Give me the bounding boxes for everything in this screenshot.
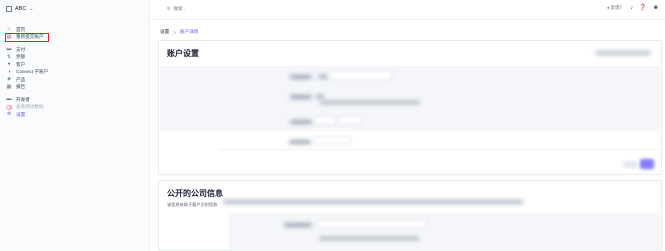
sidebar-item-developers[interactable]: ▬ 开发者 bbox=[6, 96, 146, 104]
sidebar-item-label: 余额 bbox=[16, 54, 26, 60]
account-settings-title: 账户设置 bbox=[167, 49, 199, 58]
sidebar-item-label: Connect 子账户 bbox=[16, 69, 49, 75]
redacted-description bbox=[223, 200, 523, 204]
redacted-label bbox=[290, 75, 312, 79]
redacted-value bbox=[316, 95, 324, 98]
sidebar-nav: ⌂ 首页 ▤ 重新提交账户 ▬ 支付 ⇅ 余额 ● 客户 ◑ Connect 子… bbox=[5, 26, 146, 119]
sidebar-item-label: 首页 bbox=[16, 26, 26, 32]
sidebar-item-connect[interactable]: ◑ Connect 子账户 bbox=[6, 69, 146, 77]
sidebar-item-label: 报告 bbox=[16, 84, 26, 90]
account-name: ABC bbox=[15, 6, 27, 12]
sidebar-item-label: 设置 bbox=[16, 111, 26, 117]
redacted-value bbox=[318, 74, 328, 78]
feedback-button[interactable]: ◂ 反馈？ bbox=[607, 5, 624, 11]
payment-icon: ▬ bbox=[6, 46, 12, 53]
redacted-help-text bbox=[320, 101, 420, 104]
sidebar-item-label: 查看测试数据 bbox=[16, 104, 44, 110]
balance-icon: ⇅ bbox=[6, 53, 12, 60]
form-area bbox=[160, 66, 660, 131]
breadcrumb-separator: > bbox=[173, 29, 176, 35]
sidebar-item-balance[interactable]: ⇅ 余额 bbox=[6, 54, 146, 62]
gear-icon: ✲ bbox=[6, 111, 12, 118]
chevron-down-icon: ⌄ bbox=[29, 6, 34, 12]
save-button[interactable] bbox=[640, 159, 654, 169]
divider bbox=[219, 149, 660, 150]
sidebar-item-label: 客户 bbox=[16, 61, 26, 67]
form-area bbox=[229, 213, 660, 251]
feedback-icon: ◂ bbox=[606, 5, 610, 10]
search-bar[interactable]: ⚲ 搜索... bbox=[167, 6, 186, 12]
search-input[interactable]: 搜索... bbox=[173, 6, 186, 12]
redacted-label bbox=[284, 223, 312, 227]
connect-icon: ◑ bbox=[7, 68, 11, 75]
breadcrumb-settings[interactable]: 设置 bbox=[160, 29, 169, 35]
sidebar-item-payments[interactable]: ▬ 支付 bbox=[6, 46, 146, 54]
account-icon: ▤ bbox=[6, 33, 12, 40]
account-switcher[interactable]: ABC ⌄ bbox=[6, 6, 34, 12]
cancel-button[interactable] bbox=[623, 161, 637, 168]
report-icon: ▦ bbox=[6, 83, 12, 90]
sidebar-item-customers[interactable]: ● 客户 bbox=[6, 61, 146, 69]
help-icon[interactable]: ❓ bbox=[639, 5, 646, 11]
sidebar-item-label: 产品 bbox=[16, 76, 26, 82]
sidebar-item-test-mode[interactable]: 查看测试数据 bbox=[6, 104, 146, 112]
redacted-label bbox=[290, 120, 312, 124]
sidebar-item-label: 重新提交账户 bbox=[16, 34, 44, 40]
product-icon: ◈ bbox=[7, 76, 11, 83]
redacted-label bbox=[290, 95, 312, 99]
sidebar-item-reports[interactable]: ▦ 报告 bbox=[6, 84, 146, 92]
breadcrumb: 设置 > 账户详情 bbox=[160, 29, 198, 35]
test-mode-toggle[interactable] bbox=[6, 105, 12, 110]
sidebar-item-home[interactable]: ⌂ 首页 bbox=[6, 26, 146, 34]
redacted-label bbox=[289, 140, 311, 144]
public-info-title: 公开的公司信息 bbox=[167, 189, 223, 198]
top-right-actions: ◂ 反馈？ ♪ ❓ ☻ bbox=[607, 5, 659, 11]
redacted-help-text bbox=[319, 237, 419, 240]
account-logo-icon bbox=[6, 6, 12, 12]
public-info-subtitle: 该信息有助于客户识别您和 bbox=[167, 202, 218, 207]
redacted-select[interactable] bbox=[313, 136, 351, 145]
redacted-input[interactable] bbox=[317, 219, 427, 228]
breadcrumb-current: 账户详情 bbox=[179, 29, 199, 34]
sidebar-item-settings[interactable]: ✲ 设置 bbox=[6, 111, 146, 119]
search-icon: ⚲ bbox=[167, 6, 171, 11]
notification-bell-icon[interactable]: ♪ bbox=[630, 5, 633, 11]
redacted-select[interactable] bbox=[338, 116, 362, 125]
sidebar: ABC ⌄ ⌂ 首页 ▤ 重新提交账户 ▬ 支付 ⇅ 余额 ● 客户 ◑ Con… bbox=[0, 0, 150, 251]
sidebar-item-resubmit-account[interactable]: ▤ 重新提交账户 bbox=[5, 32, 49, 42]
user-avatar-icon[interactable]: ☻ bbox=[653, 5, 659, 11]
redacted-email bbox=[595, 51, 651, 55]
sidebar-item-label: 开发者 bbox=[16, 96, 30, 102]
public-info-card: 公开的公司信息 该信息有助于客户识别您和 bbox=[158, 180, 662, 251]
customer-icon: ● bbox=[7, 61, 11, 68]
home-icon: ⌂ bbox=[7, 26, 11, 33]
developer-icon: ▬ bbox=[6, 96, 12, 103]
top-bar: ⚲ 搜索... ◂ 反馈？ ♪ ❓ ☻ bbox=[150, 0, 665, 20]
feedback-label: 反馈？ bbox=[610, 5, 625, 10]
sidebar-item-products[interactable]: ◈ 产品 bbox=[6, 76, 146, 84]
redacted-select[interactable] bbox=[314, 116, 336, 125]
account-settings-card: 账户设置 bbox=[158, 40, 662, 175]
sidebar-item-label: 支付 bbox=[16, 46, 26, 52]
